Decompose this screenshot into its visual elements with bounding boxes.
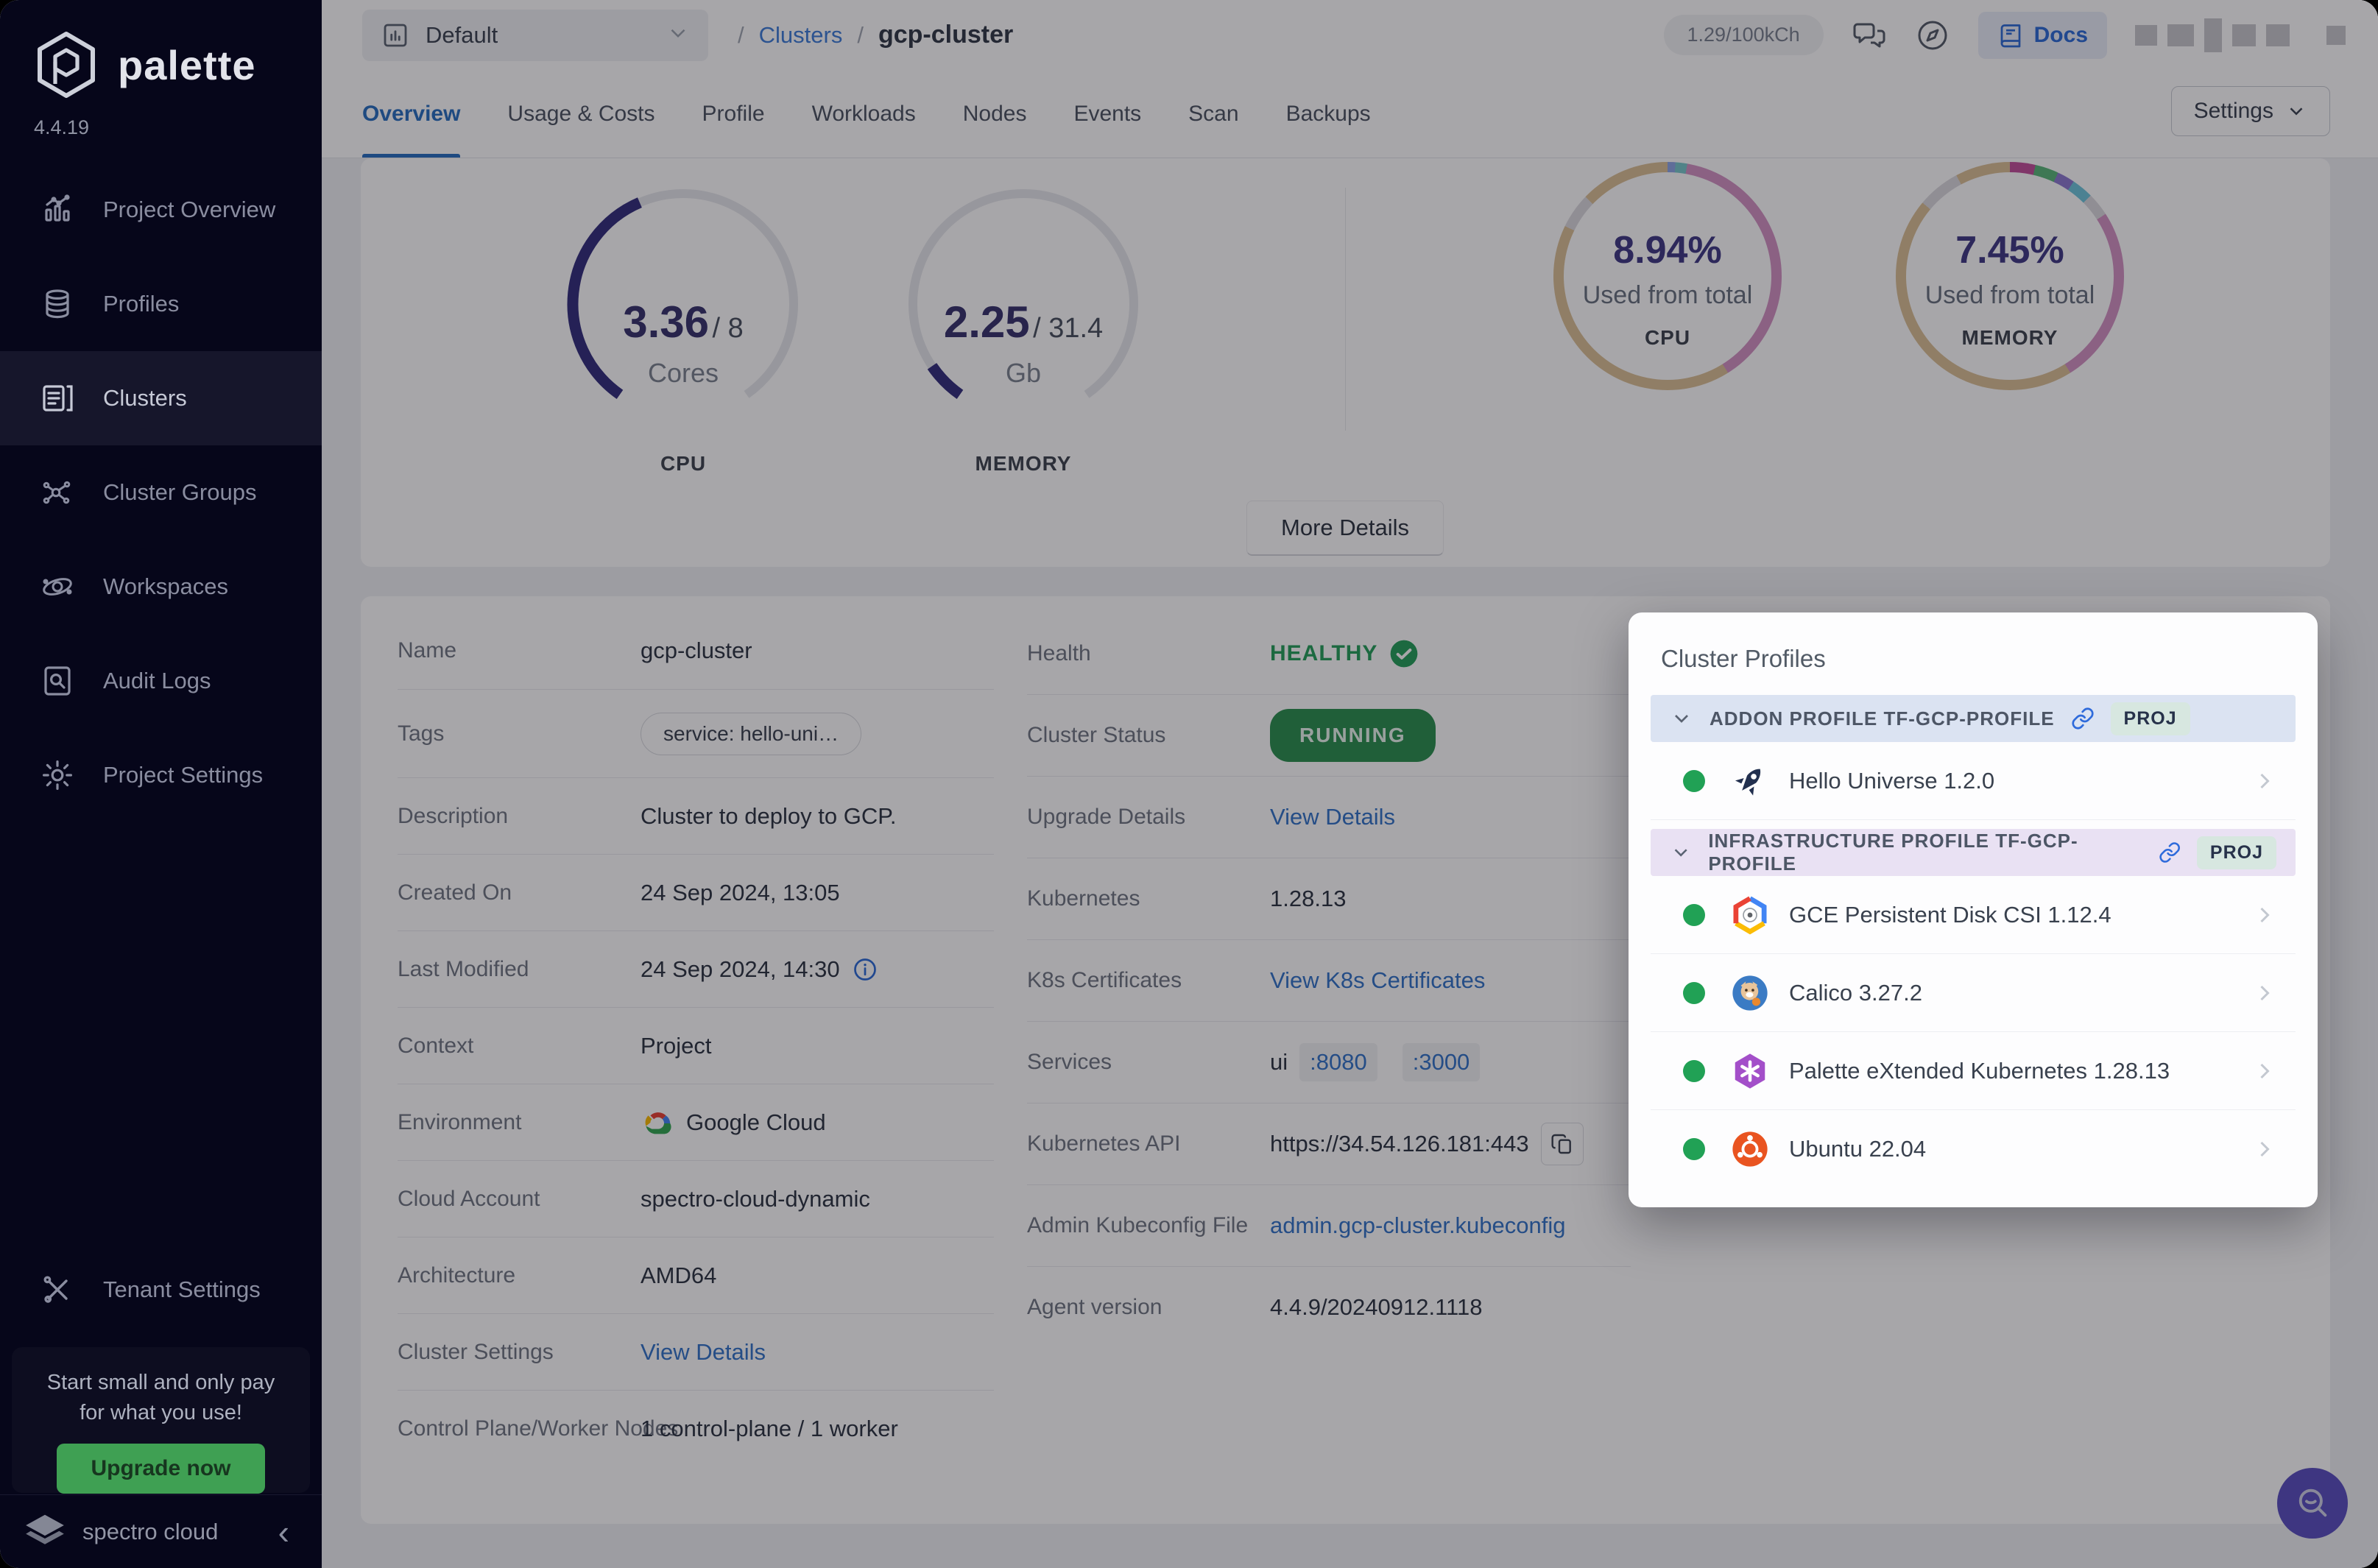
sidebar-item-clusters[interactable]: Clusters <box>0 351 322 445</box>
cluster-profiles-popup: Cluster Profiles ADDON PROFILE TF-GCP-PR… <box>1629 612 2318 1207</box>
gce-disk-icon <box>1730 895 1770 935</box>
status-dot-icon <box>1683 982 1705 1004</box>
sidebar-item-tenant-settings[interactable]: Tenant Settings <box>0 1243 322 1337</box>
pack-name: Hello Universe 1.2.0 <box>1789 768 1994 794</box>
sidebar-item-project-overview[interactable]: Project Overview <box>0 163 322 257</box>
palette-app: palette 4.4.19 Project Overview <box>0 0 2378 1568</box>
pack-row-pxk[interactable]: Palette eXtended Kubernetes 1.28.13 <box>1651 1032 2296 1110</box>
sidebar-item-workspaces[interactable]: Workspaces <box>0 540 322 634</box>
status-dot-icon <box>1683 1138 1705 1160</box>
sidebar-tenant: Tenant Settings <box>0 1243 322 1337</box>
sidebar-item-project-settings[interactable]: Project Settings <box>0 728 322 822</box>
sidebar-item-audit-logs[interactable]: Audit Logs <box>0 634 322 728</box>
link-icon <box>2159 841 2181 864</box>
chevron-right-icon <box>2251 1058 2278 1084</box>
infrastructure-profile-header[interactable]: INFRASTRUCTURE PROFILE TF-GCP-PROFILE PR… <box>1651 829 2296 876</box>
sidebar-nav: Project Overview Profiles <box>0 163 322 822</box>
sidebar-item-label: Cluster Groups <box>103 479 256 506</box>
pack-name: GCE Persistent Disk CSI 1.12.4 <box>1789 902 2111 928</box>
pack-name: Ubuntu 22.04 <box>1789 1136 1926 1162</box>
sidebar-collapse-icon[interactable]: ‹ <box>278 1515 300 1549</box>
chevron-right-icon <box>2251 902 2278 928</box>
sidebar-item-label: Tenant Settings <box>103 1276 261 1303</box>
network-icon <box>40 475 75 510</box>
server-icon <box>40 381 75 416</box>
pack-row-calico[interactable]: Calico 3.27.2 <box>1651 954 2296 1032</box>
layers-icon <box>40 286 75 322</box>
app-version: 4.4.19 <box>34 116 89 139</box>
sidebar-item-profiles[interactable]: Profiles <box>0 257 322 351</box>
sidebar-footer: spectro cloud ‹ <box>0 1494 322 1568</box>
bar-chart-icon <box>40 192 75 227</box>
sidebar-item-label: Clusters <box>103 385 187 412</box>
chevron-right-icon <box>2251 768 2278 794</box>
rocket-icon <box>1730 761 1770 801</box>
sidebar-item-label: Project Settings <box>103 762 263 788</box>
gear-icon <box>40 757 75 793</box>
orbit-icon <box>40 569 75 604</box>
sidebar: palette 4.4.19 Project Overview <box>0 0 322 1568</box>
doc-search-icon <box>40 663 75 699</box>
chevron-right-icon <box>2251 1136 2278 1162</box>
addon-profile-header[interactable]: ADDON PROFILE TF-GCP-PROFILE PROJ <box>1651 695 2296 742</box>
sidebar-item-label: Audit Logs <box>103 668 211 694</box>
tools-icon <box>40 1272 75 1307</box>
pack-row-gce-disk[interactable]: GCE Persistent Disk CSI 1.12.4 <box>1651 876 2296 954</box>
proj-badge: PROJ <box>2111 702 2190 735</box>
sidebar-item-label: Project Overview <box>103 197 275 223</box>
brand-logo: palette <box>31 29 256 100</box>
promo-text: Start small and only pay for what you us… <box>12 1368 310 1427</box>
popup-title: Cluster Profiles <box>1661 645 2296 673</box>
sidebar-item-label: Profiles <box>103 291 179 317</box>
status-dot-icon <box>1683 770 1705 792</box>
pxk-icon <box>1730 1051 1770 1091</box>
chevron-down-icon <box>1670 841 1692 864</box>
chevron-right-icon <box>2251 980 2278 1006</box>
status-dot-icon <box>1683 904 1705 926</box>
proj-badge: PROJ <box>2197 836 2276 869</box>
chevron-down-icon <box>1670 707 1693 730</box>
upgrade-promo-panel: Start small and only pay for what you us… <box>12 1347 310 1493</box>
ubuntu-icon <box>1730 1129 1770 1169</box>
pack-row-ubuntu[interactable]: Ubuntu 22.04 <box>1651 1110 2296 1188</box>
profile-header-label: ADDON PROFILE TF-GCP-PROFILE <box>1710 707 2055 730</box>
sidebar-item-label: Workspaces <box>103 573 228 600</box>
palette-logo-icon <box>31 29 102 100</box>
sidebar-item-cluster-groups[interactable]: Cluster Groups <box>0 445 322 540</box>
pack-name: Palette eXtended Kubernetes 1.28.13 <box>1789 1058 2170 1084</box>
calico-icon <box>1730 973 1770 1013</box>
brand-name: palette <box>118 41 256 89</box>
pack-row-hello-universe[interactable]: Hello Universe 1.2.0 <box>1651 742 2296 820</box>
pack-name: Calico 3.27.2 <box>1789 980 1922 1006</box>
spectro-cloud-logo-icon <box>22 1513 68 1551</box>
footer-brand-name: spectro cloud <box>82 1519 218 1545</box>
link-icon <box>2071 707 2095 730</box>
profile-header-label: INFRASTRUCTURE PROFILE TF-GCP-PROFILE <box>1708 830 2142 875</box>
status-dot-icon <box>1683 1060 1705 1082</box>
upgrade-now-button[interactable]: Upgrade now <box>57 1444 264 1494</box>
